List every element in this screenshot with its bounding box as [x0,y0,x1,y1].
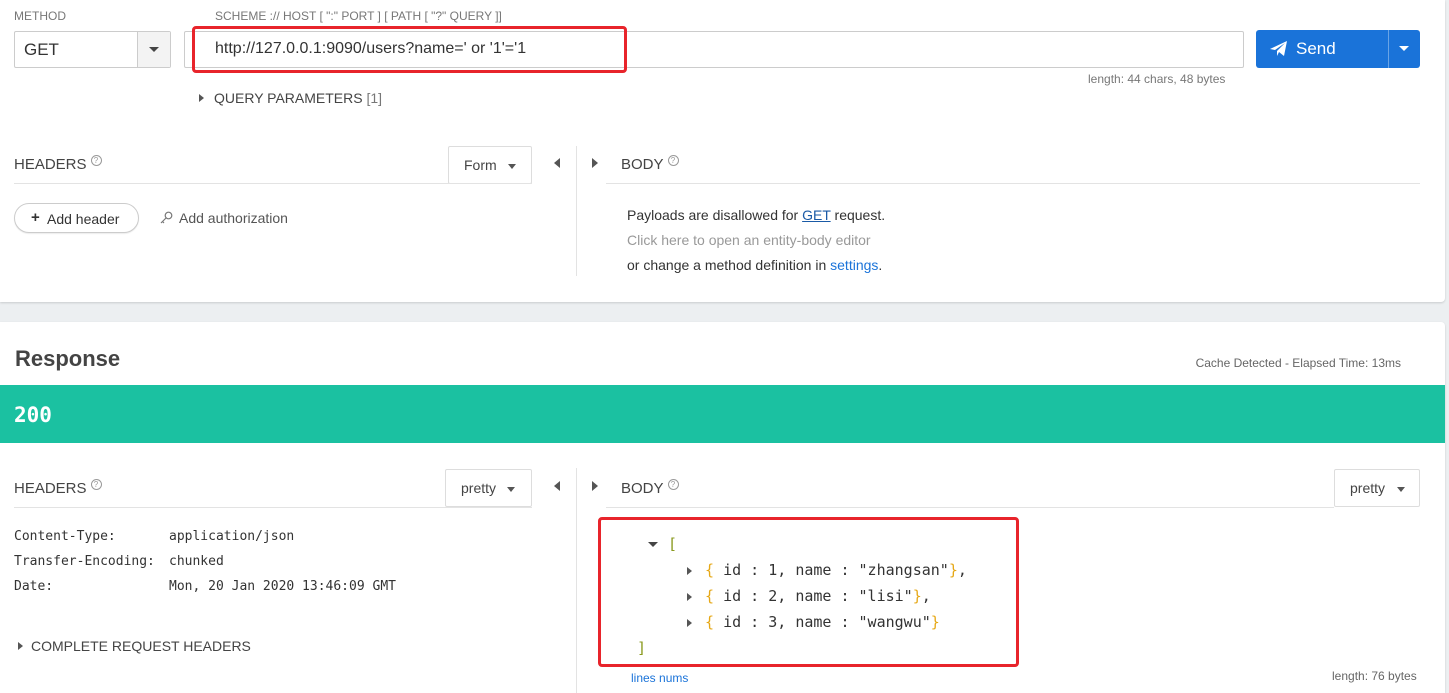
header-value: Mon, 20 Jan 2020 13:46:09 GMT [169,579,396,594]
settings-link[interactable]: settings [830,257,878,273]
chevron-down-icon [508,164,516,169]
complete-request-headers-label: COMPLETE REQUEST HEADERS [31,638,251,654]
add-header-label: Add header [47,211,120,227]
paper-plane-icon [1270,41,1287,56]
request-body-title: BODY? [621,155,679,173]
body-msg-text: request. [830,207,886,223]
response-title: Response [15,346,121,371]
send-split-divider [1388,30,1389,68]
expand-right-icon[interactable] [592,158,598,168]
key-icon [160,211,173,224]
elapsed-time: Cache Detected - Elapsed Time: 13ms [1195,356,1401,370]
expand-right-icon[interactable] [592,481,598,491]
method-label: METHOD [14,9,66,23]
chevron-down-icon [149,47,159,52]
url-highlight-box [192,26,627,73]
lines-nums-toggle[interactable]: lines nums [631,671,688,685]
status-bar: 200 [0,385,1445,443]
headers-mode-label: Form [464,157,497,173]
help-icon[interactable]: ? [90,155,102,166]
open-body-editor-link[interactable]: Click here to open an entity-body editor [627,232,871,248]
divider [606,507,1334,508]
query-parameters-toggle[interactable]: QUERY PARAMETERS [1] [199,90,382,106]
send-options-chevron-icon[interactable] [1399,46,1409,51]
request-headers-title: HEADERS? [14,155,102,173]
method-select[interactable]: GET [14,31,171,68]
divider [606,183,1420,184]
caret-right-icon [199,94,204,102]
complete-request-headers-toggle[interactable]: COMPLETE REQUEST HEADERS [18,638,251,654]
panel-divider [576,468,577,693]
header-key: Transfer-Encoding: [14,554,155,569]
help-icon[interactable]: ? [667,479,679,490]
body-msg-text: or change a method definition in [627,257,831,273]
request-body-title-text: BODY [621,156,664,173]
response-length: length: 76 bytes [1332,669,1417,683]
collapse-left-icon[interactable] [554,481,560,491]
headers-mode-dropdown[interactable]: Form [448,146,532,184]
collapse-left-icon[interactable] [554,158,560,168]
header-value: chunked [169,554,224,569]
response-body-mode-dropdown[interactable]: pretty [1334,469,1420,507]
add-header-button[interactable]: + Add header [14,203,139,233]
panel-divider [576,146,577,276]
help-icon[interactable]: ? [667,155,679,166]
add-authorization-link[interactable]: Add authorization [160,210,288,226]
caret-right-icon [18,642,23,650]
request-headers-title-text: HEADERS [14,156,87,173]
header-value: application/json [169,529,295,544]
response-headers-title: HEADERS? [14,479,102,497]
body-msg-text: . [878,257,883,273]
response-body-title: BODY? [621,479,679,497]
method-value: GET [24,40,59,59]
response-headers-title-text: HEADERS [14,480,87,497]
query-parameters-label: QUERY PARAMETERS [214,90,363,106]
url-length: length: 44 chars, 48 bytes [1088,72,1226,86]
response-body-title-text: BODY [621,480,664,497]
json-highlight-box [598,517,1019,667]
divider [14,507,532,508]
body-msg-text: Payloads are disallowed for [627,207,803,223]
response-body-mode-label: pretty [1350,480,1386,496]
send-button[interactable]: Send [1256,30,1420,68]
header-key: Content-Type: [14,529,116,544]
response-headers-mode-label: pretty [461,480,497,496]
add-authorization-label: Add authorization [179,210,288,226]
body-disallowed-message: Payloads are disallowed for GET request. [627,207,885,223]
status-code: 200 [14,403,52,427]
chevron-down-icon [507,487,515,492]
divider [14,183,532,184]
send-label: Send [1296,39,1336,58]
url-label: SCHEME :// HOST [ ":" PORT ] [ PATH [ "?… [215,9,502,23]
response-headers-mode-dropdown[interactable]: pretty [445,469,532,507]
chevron-down-icon [1397,487,1405,492]
header-key: Date: [14,579,54,594]
get-method-link[interactable]: GET [802,207,831,223]
method-dropdown-toggle[interactable] [137,32,170,67]
help-icon[interactable]: ? [90,479,102,490]
plus-icon: + [31,209,40,226]
change-method-message: or change a method definition in setting… [627,257,882,273]
query-parameters-count: [1] [366,90,383,106]
